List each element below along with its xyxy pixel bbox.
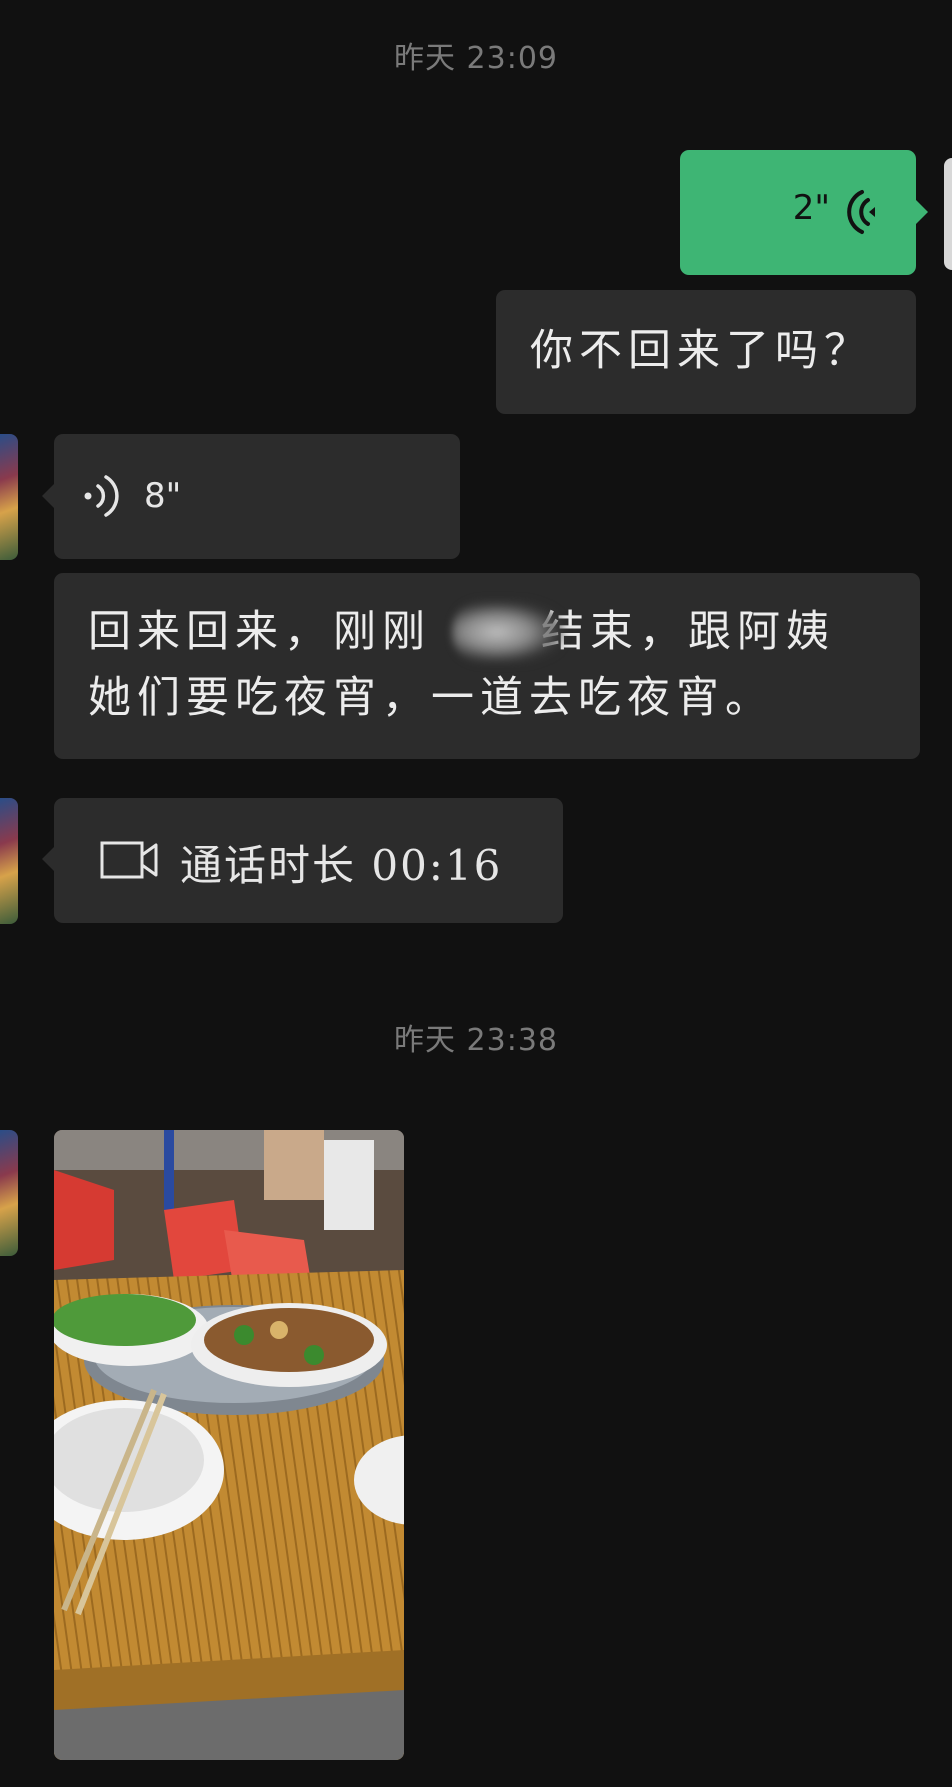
- bubble-tail: [916, 200, 928, 224]
- photo-dinner-table: [54, 1130, 404, 1760]
- voice-duration: 2": [792, 188, 830, 228]
- voice-duration: 8": [144, 476, 182, 516]
- voice-waves-icon: [84, 475, 119, 517]
- redaction-blur: [452, 600, 564, 664]
- message-text-part: 回来回来，刚刚: [88, 607, 431, 657]
- bubble-tail: [42, 484, 54, 508]
- video-camera-icon: [100, 841, 158, 879]
- avatar[interactable]: [0, 798, 18, 924]
- timestamp: 昨天 23:38: [394, 1023, 558, 1058]
- video-call-record[interactable]: 通话时长 00:16: [54, 798, 563, 923]
- avatar[interactable]: [0, 1130, 18, 1256]
- avatar[interactable]: [0, 434, 18, 560]
- call-duration-label: 通话时长 00:16: [180, 841, 503, 890]
- message-text-line: 她们要吃夜宵，一道去吃夜宵。: [88, 673, 774, 723]
- message-text-part: 结束，跟阿姨: [541, 607, 835, 657]
- outgoing-text-message[interactable]: 你不回来了吗？: [496, 290, 916, 414]
- outgoing-voice-message[interactable]: 2": [680, 150, 916, 275]
- voice-waves-icon: [847, 190, 875, 234]
- incoming-voice-message[interactable]: 8": [54, 434, 460, 559]
- photo-message[interactable]: [54, 1130, 404, 1760]
- message-text: 你不回来了吗？: [530, 326, 873, 376]
- timestamp: 昨天 23:09: [394, 41, 558, 76]
- bubble-tail: [42, 847, 54, 871]
- avatar[interactable]: [944, 158, 952, 270]
